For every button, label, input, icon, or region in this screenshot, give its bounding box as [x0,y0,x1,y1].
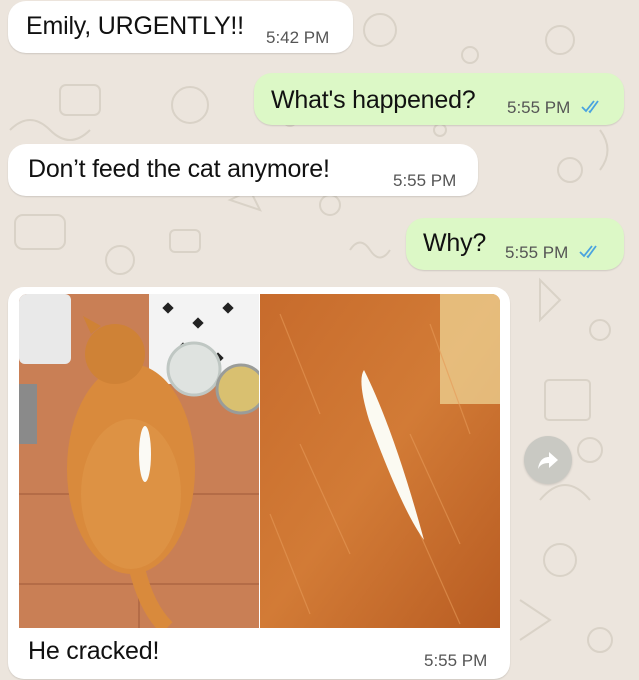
message-bubble-incoming[interactable]: Emily, URGENTLY!! 5:42 PM [8,1,353,53]
forward-arrow-icon [538,452,558,469]
message-timestamp: 5:55 PM [507,98,571,117]
image-message-bubble[interactable]: He cracked! 5:55 PM [8,287,510,679]
message-timestamp: 5:55 PM [393,171,457,190]
message-text: What's happened? [271,86,476,114]
message-timestamp: 5:42 PM [266,28,330,47]
message-text: Emily, URGENTLY!! [26,12,244,40]
message-bubble-outgoing[interactable]: Why? 5:55 PM [406,218,624,270]
image-caption: He cracked! [28,637,160,665]
message-text: Why? [423,229,487,257]
photo-cat-top-view [19,294,259,628]
message-timestamp: 5:55 PM [424,651,488,670]
forward-button[interactable] [524,436,572,484]
message-bubble-outgoing[interactable]: What's happened? 5:55 PM [254,73,624,125]
message-text: Don’t feed the cat anymore! [28,155,330,183]
cat-fur-white-streak-closeup-photo[interactable] [260,294,500,628]
photo-fur-closeup [260,294,500,628]
double-check-icon [579,245,597,259]
orange-cat-from-above-photo[interactable] [19,294,259,628]
double-check-icon [581,100,599,114]
message-bubble-incoming[interactable]: Don’t feed the cat anymore! 5:55 PM [8,144,478,196]
message-timestamp: 5:55 PM [505,243,569,262]
